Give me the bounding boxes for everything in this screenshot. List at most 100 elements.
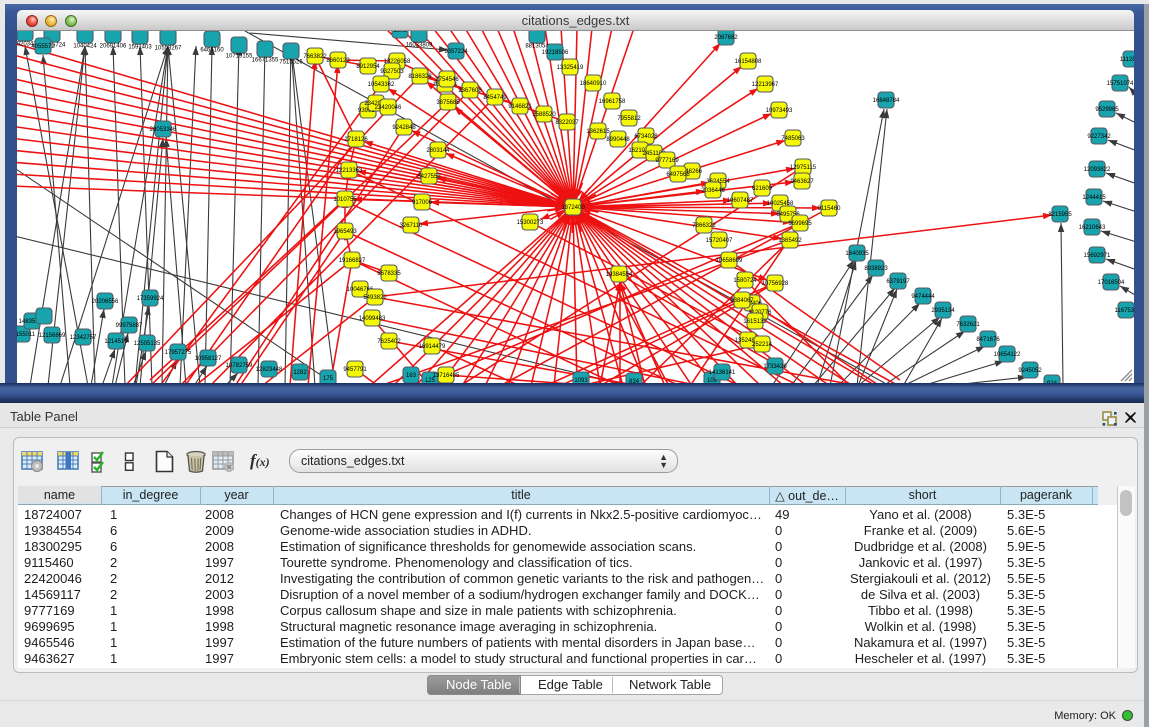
svg-text:14099483: 14099483 [359, 316, 386, 322]
svg-text:1615132: 1615132 [743, 319, 767, 325]
svg-text:8186328: 8186328 [408, 74, 432, 80]
svg-text:10543362: 10543362 [368, 82, 395, 88]
svg-text:16648784: 16648784 [873, 98, 900, 104]
svg-text:5493822: 5493822 [363, 295, 387, 301]
svg-text:10658609: 10658609 [716, 258, 743, 264]
svg-text:16154808: 16154808 [735, 59, 762, 65]
svg-text:10756928: 10756928 [762, 281, 789, 287]
svg-text:1167534: 1167534 [1115, 308, 1134, 314]
svg-text:6734028: 6734028 [634, 134, 658, 140]
svg-text:2087682: 2087682 [714, 35, 738, 41]
svg-text:9245052: 9245052 [1018, 368, 1042, 374]
svg-text:4055572: 4055572 [31, 44, 55, 50]
svg-text:8813054: 8813054 [525, 44, 549, 50]
svg-text:18640910: 18640910 [580, 81, 607, 87]
svg-text:1112840: 1112840 [1120, 57, 1134, 63]
svg-text:15300273: 15300273 [517, 220, 544, 226]
svg-text:12975115: 12975115 [790, 165, 817, 171]
svg-text:16914479: 16914479 [419, 344, 446, 350]
svg-text:10782759: 10782759 [226, 363, 253, 369]
svg-text:2754546: 2754546 [435, 77, 459, 83]
svg-text:252214: 252214 [752, 342, 773, 348]
svg-text:9146821: 9146821 [508, 104, 532, 110]
svg-text:1580724: 1580724 [733, 278, 757, 284]
svg-text:9227342: 9227342 [1087, 134, 1111, 140]
svg-text:10719155: 10719155 [226, 54, 253, 60]
svg-text:28053346: 28053346 [150, 127, 177, 133]
svg-text:7515526: 7515526 [279, 60, 303, 66]
svg-text:7955812: 7955812 [617, 116, 641, 122]
svg-text:1214519: 1214519 [104, 339, 128, 345]
svg-text:3267110: 3267110 [400, 223, 424, 229]
svg-text:16961758: 16961758 [599, 99, 626, 105]
svg-text:7866322: 7866322 [692, 223, 716, 229]
svg-text:1872400: 1872400 [561, 205, 585, 211]
svg-text:917006: 917006 [412, 200, 433, 206]
svg-text:8427552: 8427552 [417, 174, 441, 180]
svg-text:9357224: 9357224 [444, 49, 468, 55]
svg-text:15720407: 15720407 [706, 238, 733, 244]
svg-text:12213967: 12213967 [752, 82, 779, 88]
svg-text:175: 175 [323, 376, 334, 382]
svg-text:1010755: 1010755 [333, 197, 357, 203]
svg-text:20691406: 20691406 [100, 44, 127, 50]
svg-text:99975887: 99975887 [116, 323, 143, 329]
svg-text:2803144: 2803144 [426, 148, 450, 154]
svg-text:16671355: 16671355 [252, 58, 279, 64]
svg-text:3875685: 3875685 [436, 100, 460, 106]
svg-text:10654122: 10654122 [994, 352, 1021, 358]
svg-text:17957275: 17957275 [165, 350, 192, 356]
svg-text:9463627: 9463627 [790, 179, 814, 185]
svg-text:1640935: 1640935 [845, 251, 869, 257]
svg-text:10973493: 10973493 [766, 108, 793, 114]
svg-text:15692971: 15692971 [1084, 253, 1111, 259]
svg-text:6466160: 6466160 [200, 48, 224, 54]
svg-text:13325419: 13325419 [557, 65, 584, 71]
svg-text:13716485: 13716485 [433, 373, 460, 379]
svg-text:8912954: 8912954 [356, 64, 380, 70]
svg-text:12093822: 12093822 [1084, 167, 1111, 173]
svg-text:17359924: 17359924 [137, 296, 164, 302]
svg-text:2718126: 2718126 [344, 137, 368, 143]
svg-text:10553267: 10553267 [155, 46, 182, 52]
svg-text:39155011: 39155011 [17, 332, 36, 338]
svg-text:23420046: 23420046 [375, 105, 402, 111]
svg-text:9474444: 9474444 [911, 294, 935, 300]
svg-text:8454749: 8454749 [483, 95, 507, 101]
svg-text:16033809: 16033809 [406, 43, 433, 49]
svg-text:2036446: 2036446 [701, 188, 725, 194]
svg-text:1733426: 1733426 [763, 364, 787, 370]
svg-text:15751074: 15751074 [1107, 81, 1134, 87]
svg-text:17016504: 17016504 [1098, 280, 1125, 286]
svg-text:9777169: 9777169 [655, 158, 679, 164]
svg-text:2935134: 2935134 [931, 308, 955, 314]
svg-text:6379197: 6379197 [886, 279, 910, 285]
svg-text:1244415: 1244415 [1082, 195, 1106, 201]
svg-text:1588520: 1588520 [532, 112, 556, 118]
svg-text:12342757: 12342757 [70, 335, 97, 341]
svg-text:1040424: 1040424 [73, 44, 97, 50]
svg-text:2367608: 2367608 [458, 88, 482, 94]
svg-text:7625402: 7625402 [377, 339, 401, 345]
svg-text:12505135: 12505135 [134, 341, 161, 347]
svg-text:9115460: 9115460 [818, 206, 842, 212]
svg-text:9327503: 9327503 [380, 69, 404, 75]
svg-text:1965493: 1965493 [333, 229, 357, 235]
svg-text:7485063: 7485063 [781, 136, 805, 142]
svg-text:19384554: 19384554 [606, 272, 633, 278]
svg-text:9699695: 9699695 [788, 221, 812, 227]
svg-text:20206556: 20206556 [92, 299, 119, 305]
svg-text:1365492: 1365492 [778, 238, 802, 244]
svg-text:8322037: 8322037 [555, 120, 579, 126]
svg-text:9457791: 9457791 [343, 367, 367, 373]
svg-text:8678335: 8678335 [377, 271, 401, 277]
svg-text:9384067: 9384067 [730, 298, 754, 304]
svg-text:14136141: 14136141 [709, 370, 736, 376]
svg-text:9242848: 9242848 [392, 125, 416, 131]
svg-text:8660123: 8660123 [326, 58, 350, 64]
svg-text:1362615: 1362615 [586, 129, 610, 135]
svg-text:8938923: 8938923 [864, 266, 888, 272]
svg-text:10958127: 10958127 [195, 356, 222, 362]
svg-text:7663822: 7663822 [303, 54, 327, 60]
svg-text:8990448: 8990448 [606, 137, 630, 143]
